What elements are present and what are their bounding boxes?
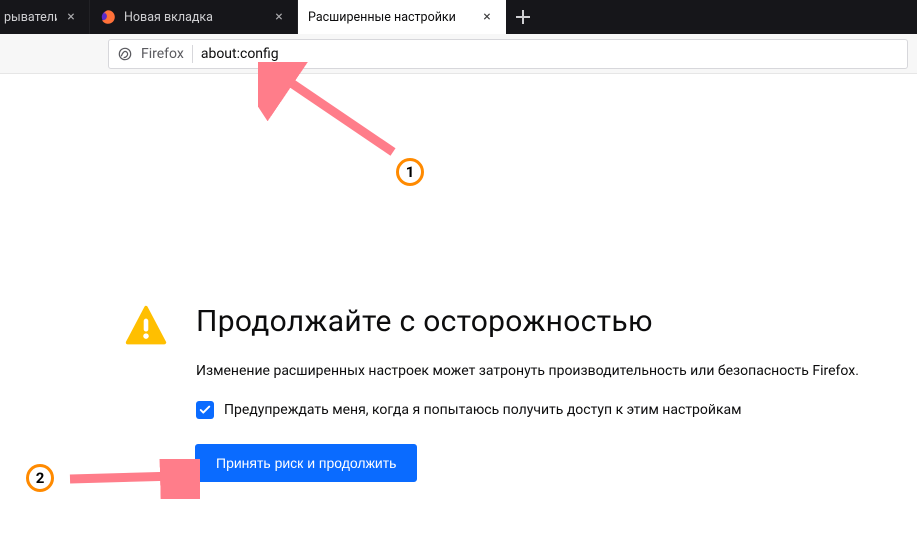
annotation-arrow-1 — [258, 62, 428, 182]
warn-checkbox-row[interactable]: Предупреждать меня, когда я попытаюсь по… — [196, 401, 859, 419]
callout-number: 1 — [406, 163, 415, 181]
warning-text: Продолжайте с осторожностью Изменение ра… — [196, 304, 859, 481]
firefox-glyph-icon — [117, 46, 133, 62]
checkbox-label: Предупреждать меня, когда я попытаюсь по… — [224, 402, 742, 418]
firefox-icon — [100, 9, 116, 25]
close-icon[interactable]: × — [271, 9, 287, 25]
annotation-callout-2: 2 — [26, 464, 54, 492]
address-bar[interactable]: Firefox about:config — [108, 39, 908, 69]
close-icon[interactable]: × — [479, 9, 495, 25]
tab-strip: рыватели · × Новая вкладка × Расширенные… — [0, 0, 917, 34]
warning-body: Изменение расширенных настроек может зат… — [196, 363, 859, 379]
tab-label: Новая вкладка — [124, 10, 265, 25]
warning-block: Продолжайте с осторожностью Изменение ра… — [124, 304, 859, 481]
callout-number: 2 — [36, 469, 45, 487]
tab-label: Расширенные настройки — [308, 10, 473, 25]
tab-label: рыватели · — [4, 10, 57, 25]
annotation-callout-1: 1 — [396, 158, 424, 186]
toolbar: Firefox about:config — [0, 34, 917, 74]
tab-active[interactable]: Расширенные настройки × — [298, 0, 506, 34]
close-icon[interactable]: × — [63, 9, 79, 25]
checkbox-checked-icon[interactable] — [196, 401, 214, 419]
warning-triangle-icon — [124, 304, 168, 348]
new-tab-button[interactable] — [506, 0, 540, 34]
accept-risk-button[interactable]: Принять риск и продолжить — [196, 445, 416, 481]
address-url: about:config — [201, 46, 279, 62]
tab-new[interactable]: Новая вкладка × — [90, 0, 298, 34]
page-content: Продолжайте с осторожностью Изменение ра… — [0, 74, 917, 553]
tab-partial[interactable]: рыватели · × — [0, 0, 90, 34]
separator — [192, 45, 193, 63]
address-brand: Firefox — [141, 46, 184, 62]
warning-heading: Продолжайте с осторожностью — [196, 304, 859, 339]
